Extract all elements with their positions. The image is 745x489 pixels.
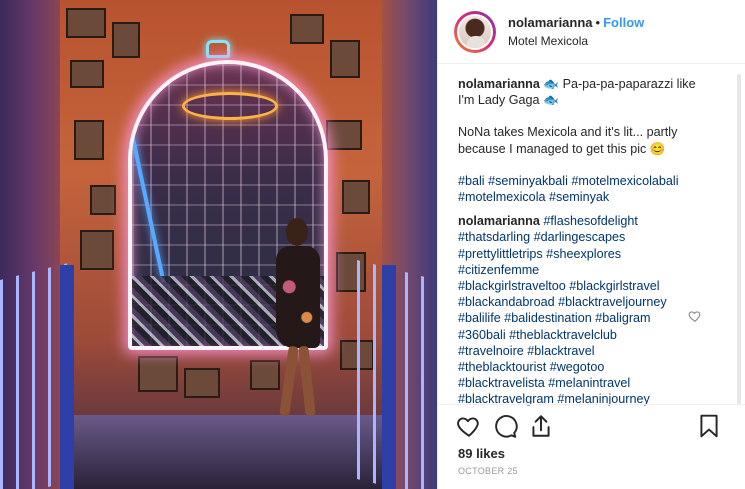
separator-dot: • — [595, 15, 601, 30]
caption: nolamarianna 🐟 Pa-pa-pa-paparazzi like I… — [458, 76, 734, 205]
woman-posing — [268, 218, 328, 428]
follow-button[interactable]: Follow — [603, 15, 644, 30]
rail-post-right — [382, 265, 396, 489]
caption-text: 🐟 Pa-pa-pa-paparazzi like — [543, 77, 696, 91]
wall-frame — [290, 14, 324, 44]
wall-frame — [90, 185, 116, 215]
likes-count[interactable]: 89 likes — [458, 446, 505, 461]
username-link[interactable]: nolamarianna — [508, 15, 593, 30]
post-photo[interactable] — [0, 0, 437, 489]
post-header: nolamarianna • Follow Motel Mexicola — [438, 0, 745, 64]
wall-frame — [66, 8, 106, 38]
comment-hashtags[interactable]: #360bali #theblacktravelclub — [458, 327, 734, 343]
rail-post-left — [60, 265, 74, 489]
comment-hashtags[interactable]: #blackandabroad #blacktraveljourney — [458, 294, 734, 310]
comment-author-link[interactable]: nolamarianna — [458, 214, 540, 228]
post-side-panel: nolamarianna • Follow Motel Mexicola nolam… — [437, 0, 745, 489]
caption-author-link[interactable]: nolamarianna — [458, 77, 540, 91]
caption-line: nolamarianna 🐟 Pa-pa-pa-paparazzi like — [458, 76, 734, 92]
bookmark-icon[interactable] — [696, 413, 722, 439]
wall-frame — [330, 40, 360, 78]
heart-icon[interactable] — [456, 413, 482, 439]
person-head — [286, 218, 308, 246]
wall-frame — [80, 230, 114, 270]
neon-cactus — [206, 40, 230, 58]
wall-frame — [74, 120, 104, 160]
wall-frame — [342, 180, 370, 214]
post-date[interactable]: OCTOBER 25 — [458, 466, 518, 476]
avatar-photo — [457, 13, 493, 50]
wall-frame — [138, 356, 178, 392]
neon-sign — [182, 92, 278, 120]
header-text: nolamarianna • Follow Motel Mexicola — [508, 14, 644, 49]
caption-line: NoNa takes Mexicola and it's lit... part… — [458, 125, 678, 140]
caption-line: I'm Lady Gaga 🐟 — [458, 93, 559, 108]
share-icon[interactable] — [528, 413, 554, 439]
comment-hashtags[interactable]: #flashesofdelight — [543, 214, 638, 228]
person-leg — [298, 345, 316, 417]
comments-list: nolamarianna 🐟 Pa-pa-pa-paparazzi like I… — [458, 76, 734, 406]
comment-hashtags[interactable]: #theblacktourist #wegotoo — [458, 359, 734, 375]
comment-hashtags[interactable]: #thatsdarling #darlingescapes — [458, 229, 734, 245]
wall-frame — [184, 368, 220, 398]
wall-frame — [326, 120, 362, 150]
comment-hashtags[interactable]: #travelnoire #blacktravel — [458, 343, 734, 359]
comment-hashtags[interactable]: #blackgirlstraveltoo #blackgirlstravel — [458, 278, 734, 294]
caption-line: because I managed to get this pic 😊 — [458, 141, 666, 156]
comments-scrollbar[interactable] — [737, 74, 741, 404]
comment-icon[interactable] — [492, 413, 518, 439]
avatar[interactable] — [454, 10, 496, 53]
comment-hashtags[interactable]: #blacktravelista #melanintravel — [458, 375, 734, 391]
comment-hashtags[interactable]: #citizenfemme — [458, 262, 734, 278]
wall-frame — [70, 60, 104, 88]
caption-hashtags[interactable]: #motelmexicola #seminyak — [458, 189, 734, 205]
comment-heart-icon[interactable] — [688, 309, 702, 323]
comment-hashtags[interactable]: #prettylittletrips #sheexplores — [458, 246, 734, 262]
post-actions: 89 likes OCTOBER 25 — [438, 404, 745, 489]
comment-line: nolamarianna #flashesofdelight — [458, 213, 734, 229]
wall-frame — [112, 22, 140, 58]
floor — [60, 415, 390, 489]
person-leg — [279, 345, 299, 417]
caption-hashtags[interactable]: #bali #seminyakbali #motelmexicolabali — [458, 173, 734, 189]
header-line: nolamarianna • Follow — [508, 14, 644, 31]
stair-railing-right — [357, 260, 437, 489]
person-dress — [276, 246, 320, 348]
location-link[interactable]: Motel Mexicola — [508, 33, 644, 49]
